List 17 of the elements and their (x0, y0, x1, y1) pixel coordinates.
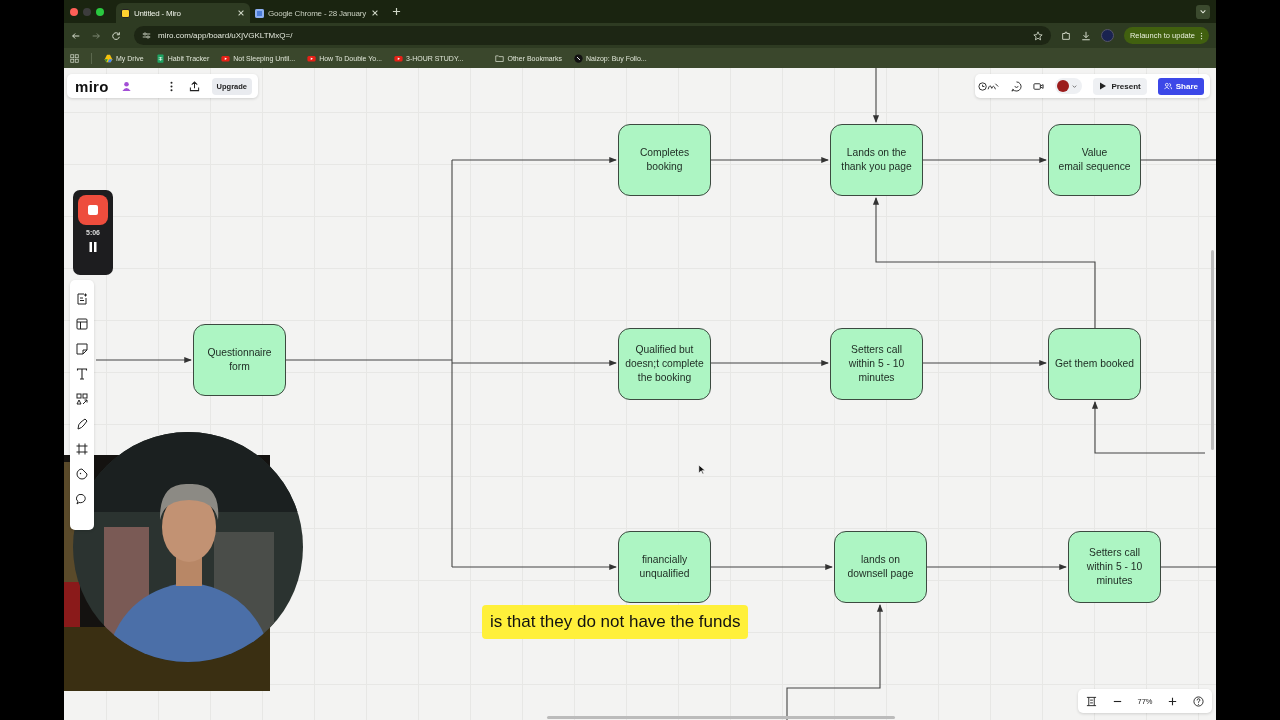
flowchart-node[interactable]: lands on downsell page (834, 531, 927, 603)
address-field[interactable]: miro.com/app/board/uXjVGKLTMxQ=/ (134, 26, 1051, 45)
flowchart-node[interactable]: Completes booking (618, 124, 711, 196)
flowchart-node[interactable]: Qualified but doesn;t complete the booking (618, 328, 711, 400)
browser-tab[interactable]: Google Chrome - 28 January (250, 3, 384, 23)
browser-tab[interactable]: Untitled - Miro (116, 3, 250, 23)
flowchart-node[interactable]: Get them booked (1048, 328, 1141, 400)
flowchart-node[interactable]: Setters call within 5 - 10 minutes (830, 328, 923, 400)
logo[interactable]: miro (75, 77, 109, 95)
subtitle-caption: is that they do not have the funds (482, 605, 749, 639)
flowchart-node[interactable]: Lands on the thank you page (830, 124, 923, 196)
flowchart-node[interactable]: Value email sequence (1048, 124, 1141, 196)
flowchart-node[interactable]: Questionnaire form (193, 324, 286, 396)
present-button[interactable]: Present (1093, 77, 1147, 95)
share-button[interactable]: Share (1157, 77, 1204, 95)
flowchart-node[interactable]: financially unqualified (618, 531, 711, 603)
flowchart-node[interactable]: Setters call within 5 - 10 minutes (1068, 531, 1161, 603)
